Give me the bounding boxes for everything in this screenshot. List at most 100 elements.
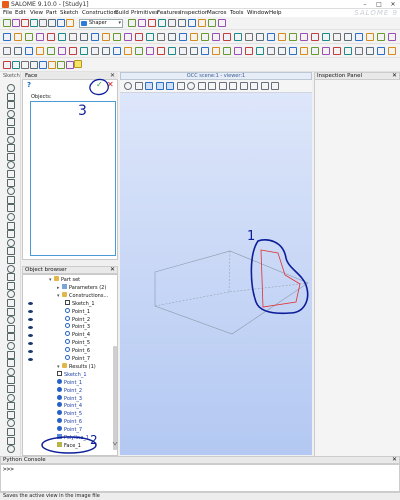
visibility-eye-icon[interactable] [28,341,33,346]
sketch-tool-33-icon[interactable] [355,33,363,41]
menu-view[interactable]: View [30,9,43,17]
viewer-tab[interactable]: OCC scene:1 - viewer:1 [120,72,312,80]
features-tool-17-icon[interactable] [179,47,187,55]
file-tool-8-icon[interactable] [66,19,74,27]
features-tool-19-icon[interactable] [201,47,209,55]
sketch-tool-9-icon[interactable] [91,33,99,41]
menu-primitives[interactable]: Primitives [131,9,158,17]
sketch-tool-5-icon[interactable] [7,118,15,127]
viewer-tool-14-icon[interactable] [260,82,269,90]
features-tool-2-icon[interactable] [14,47,22,55]
features-tool-36-icon[interactable] [388,47,396,55]
module-tool-6-icon[interactable] [178,19,186,27]
sketch-tool-18-icon[interactable] [7,230,15,239]
file-tool-6-icon[interactable] [48,19,56,27]
face-panel-close-icon[interactable]: ✕ [110,72,115,80]
sketch-tool-2-icon[interactable] [7,92,15,101]
viewer-tool-4-icon[interactable] [155,82,164,90]
viewer-tool-3-icon[interactable] [145,82,153,90]
sketch-tool-33-icon[interactable] [7,359,15,368]
features-tool-10-icon[interactable] [102,47,110,55]
file-tool-1-icon[interactable] [3,19,11,27]
sketch-tool-10-icon[interactable] [102,33,110,41]
object-browser-close-icon[interactable]: ✕ [110,266,115,274]
features-tool-12-icon[interactable] [124,47,132,55]
features-tool-1-icon[interactable] [3,47,11,55]
python-console-input[interactable] [0,464,400,492]
sketch-tool-5-icon[interactable] [47,33,55,41]
sketch-tool-30-icon[interactable] [322,33,330,41]
menu-construction[interactable]: Construction [82,9,117,17]
tree-item[interactable]: Point_6 [57,418,82,426]
sketch-tool-38-icon[interactable] [7,402,15,411]
features-tool-3-icon[interactable] [25,47,33,55]
features-tool-20-icon[interactable] [212,47,220,55]
features-tool-7-icon[interactable] [69,47,77,55]
menu-help[interactable]: Help [269,9,282,17]
menu-file[interactable]: File [3,9,12,17]
sketch-tool-6-icon[interactable] [58,33,66,41]
sketch-tool-17-icon[interactable] [7,221,15,230]
tree-item[interactable]: Point_4 [65,331,90,339]
inspection-panel-close-icon[interactable]: ✕ [392,72,397,80]
tree-item[interactable]: Point_1 [65,307,90,316]
sketch-tool-11-icon[interactable] [113,33,121,41]
menu-build[interactable]: Build [115,9,129,17]
sketch-tool-1-icon[interactable] [7,84,15,92]
help-icon[interactable]: ? [27,81,31,89]
menu-tools[interactable]: Tools [230,9,244,17]
tree-item[interactable]: Point_6 [65,347,90,355]
tree-item[interactable]: ▸ Parameters (2) [57,283,106,292]
features-tool-34-icon[interactable] [366,47,374,55]
sketch-tool-35-icon[interactable] [7,376,15,385]
sketch-tool-16-icon[interactable] [7,213,15,221]
sketch-tool-17-icon[interactable] [179,33,187,41]
module-tool-2-icon[interactable] [138,19,146,27]
primitives-tool-7-icon[interactable] [57,61,65,69]
sketch-tool-24-icon[interactable] [256,33,264,41]
menu-macros[interactable]: Macros [207,9,227,17]
file-tool-3-icon[interactable] [21,19,29,27]
viewer-tool-1-icon[interactable] [124,82,132,90]
sketch-tool-20-icon[interactable] [212,33,220,41]
sketch-tool-18-icon[interactable] [190,33,198,41]
sketch-tool-32-icon[interactable] [7,350,15,359]
sketch-tool-3-icon[interactable] [25,33,33,41]
visibility-eye-icon[interactable] [28,357,33,362]
visibility-eye-icon[interactable] [28,301,33,306]
menu-edit[interactable]: Edit [15,9,26,17]
file-tool-7-icon[interactable] [57,19,65,27]
sketch-tool-31-icon[interactable] [333,33,341,41]
objects-selection-list[interactable] [30,101,116,256]
file-tool-5-icon[interactable] [39,19,47,27]
sketch-tool-9-icon[interactable] [7,152,15,161]
sketch-tool-12-icon[interactable] [7,178,15,187]
primitives-tool-6-icon[interactable] [48,61,56,69]
sketch-tool-20-icon[interactable] [7,247,15,256]
menu-window[interactable]: Window [247,9,269,17]
features-tool-6-icon[interactable] [58,47,66,55]
features-tool-4-icon[interactable] [36,47,44,55]
module-tool-5-icon[interactable] [168,19,176,27]
sketch-tool-4-icon[interactable] [7,109,15,118]
primitives-tool-5-icon[interactable] [39,61,47,69]
sketch-tool-35-icon[interactable] [377,33,385,41]
tree-item[interactable]: Polyline_1 [57,434,89,442]
sketch-tool-12-icon[interactable] [124,33,132,41]
features-tool-15-icon[interactable] [157,47,165,55]
sketch-tool-27-icon[interactable] [289,33,297,41]
module-tool-9-icon[interactable] [208,19,216,27]
sketch-tool-6-icon[interactable] [7,127,15,135]
sketch-tool-19-icon[interactable] [7,238,15,247]
sketch-tool-42-icon[interactable] [7,436,15,445]
file-tool-4-icon[interactable] [30,19,38,27]
tree-item[interactable]: Point_1 [57,378,82,387]
visibility-eye-icon[interactable] [28,325,33,330]
menu-inspection[interactable]: Inspection [180,9,208,17]
sketch-tool-31-icon[interactable] [7,342,15,350]
features-tool-5-icon[interactable] [47,47,55,55]
sketch-tool-15-icon[interactable] [7,204,15,213]
visibility-eye-icon[interactable] [28,309,33,314]
sketch-tool-19-icon[interactable] [201,33,209,41]
sketch-tool-7-icon[interactable] [69,33,77,41]
